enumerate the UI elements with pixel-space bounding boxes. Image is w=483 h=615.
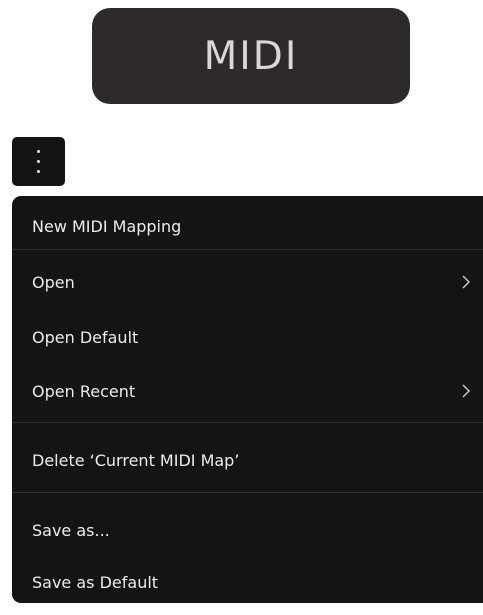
- chevron-right-icon: [462, 275, 470, 289]
- menu-item-save-as[interactable]: Save as...: [12, 510, 483, 550]
- menu-item-label: Open Recent: [32, 381, 136, 401]
- menu-item-label: New MIDI Mapping: [32, 216, 182, 236]
- chevron-right-icon: [462, 384, 470, 398]
- menu-divider: [12, 249, 483, 250]
- menu-item-open-default[interactable]: Open Default: [12, 317, 483, 357]
- menu-item-delete-current[interactable]: Delete ‘Current MIDI Map’: [12, 440, 483, 480]
- menu-item-label: Save as...: [32, 520, 110, 540]
- more-vertical-icon-dot: [37, 170, 40, 173]
- menu-item-label: Open Default: [32, 327, 139, 347]
- menu-divider: [12, 422, 483, 423]
- midi-title: MIDI: [92, 8, 410, 104]
- menu-item-label: Open: [32, 272, 75, 292]
- menu-item-open-recent[interactable]: Open Recent: [12, 371, 483, 411]
- more-options-button[interactable]: [12, 137, 65, 186]
- options-menu: New MIDI Mapping Open Open Default Open …: [12, 196, 483, 603]
- menu-item-new-midi-mapping[interactable]: New MIDI Mapping: [12, 206, 483, 246]
- more-vertical-icon: [37, 150, 40, 153]
- menu-item-open[interactable]: Open: [12, 262, 483, 302]
- menu-item-save-as-default[interactable]: Save as Default: [12, 562, 483, 602]
- more-vertical-icon-dot: [37, 160, 40, 163]
- menu-item-label: Save as Default: [32, 572, 159, 592]
- menu-item-label: Delete ‘Current MIDI Map’: [32, 450, 240, 470]
- menu-divider: [12, 492, 483, 493]
